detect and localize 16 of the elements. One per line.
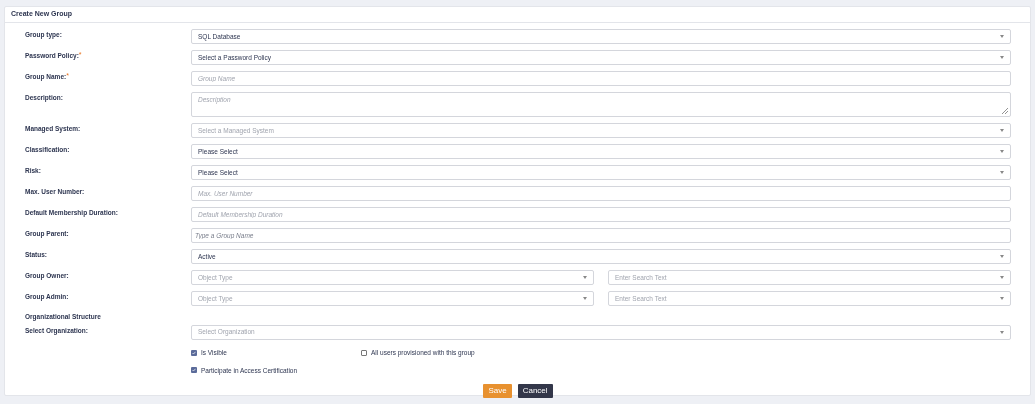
checkbox[interactable] xyxy=(191,349,197,356)
resize-handle-icon[interactable] xyxy=(1002,108,1008,114)
caret-icon xyxy=(1000,171,1004,174)
caret-icon xyxy=(1000,150,1004,153)
caret-icon xyxy=(1000,330,1004,334)
checkbox[interactable] xyxy=(191,367,197,374)
caret-icon xyxy=(583,276,587,279)
caret-icon xyxy=(1000,255,1004,258)
caret-icon xyxy=(1000,297,1004,300)
caret-icon xyxy=(1000,129,1004,132)
cancel-button[interactable]: Cancel xyxy=(517,384,553,399)
caret-icon xyxy=(1000,276,1004,279)
checkbox[interactable] xyxy=(361,349,367,356)
caret-icon xyxy=(1000,56,1004,59)
caret-icon xyxy=(1000,35,1004,38)
caret-icon xyxy=(583,297,587,300)
